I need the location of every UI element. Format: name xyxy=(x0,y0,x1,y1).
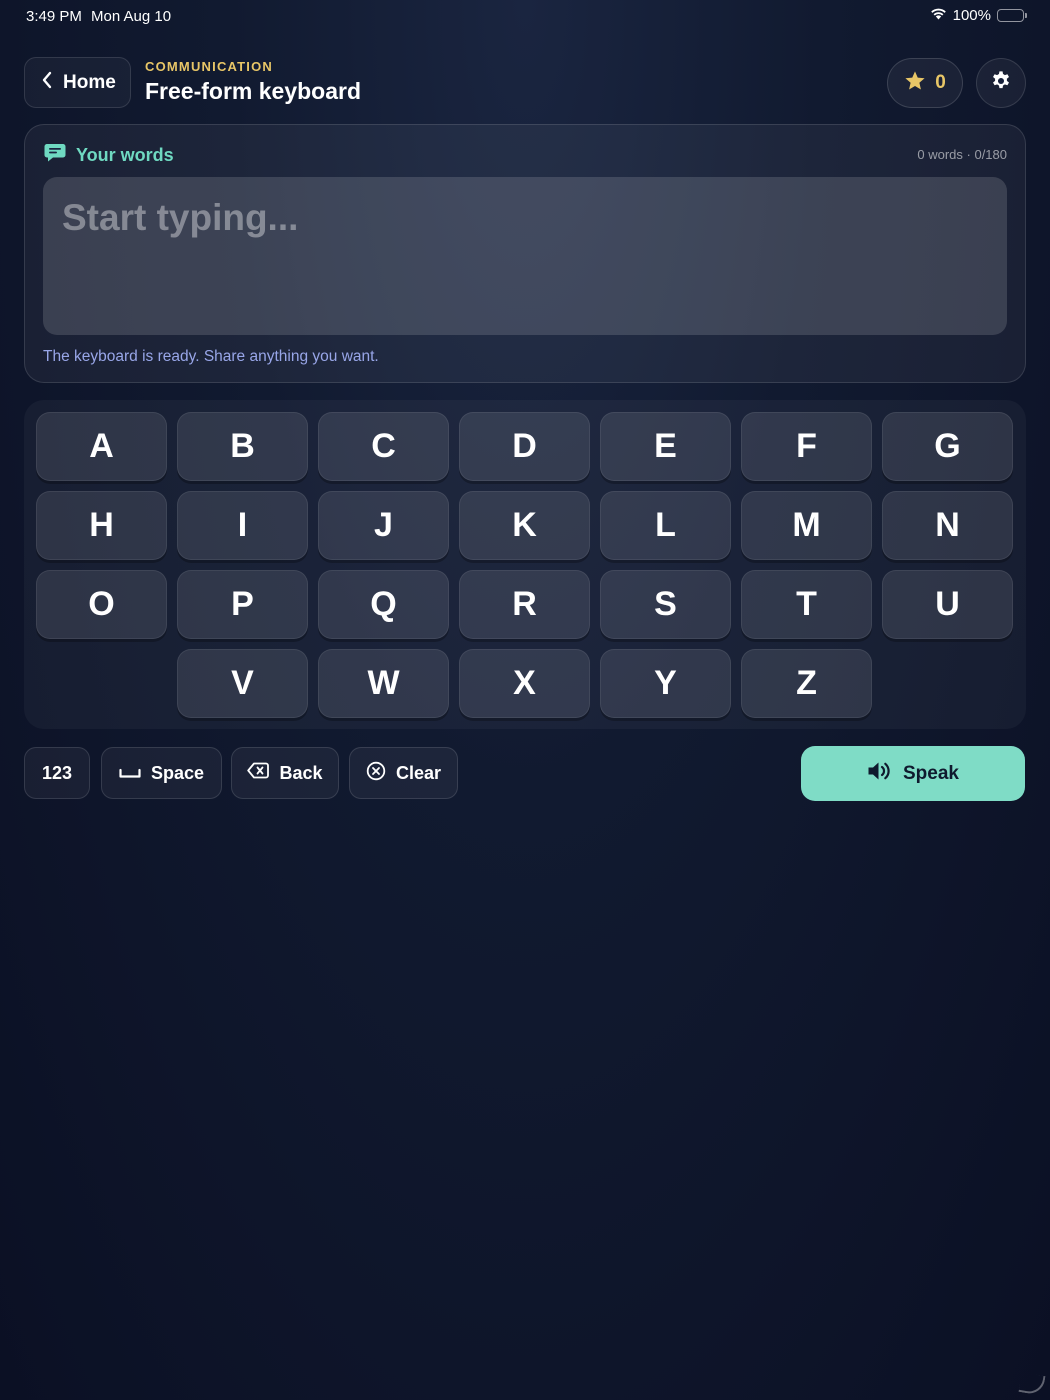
speaker-icon xyxy=(867,761,891,787)
home-button[interactable]: Home xyxy=(24,57,131,108)
key-l[interactable]: L xyxy=(600,491,731,560)
key-g[interactable]: G xyxy=(882,412,1013,481)
key-o[interactable]: O xyxy=(36,570,167,639)
header: Home COMMUNICATION Free-form keyboard 0 xyxy=(24,57,1026,109)
status-indicators: 100% xyxy=(930,7,1027,24)
section-eyebrow: COMMUNICATION xyxy=(145,59,274,74)
status-bar: 3:49 PM Mon Aug 10 100% xyxy=(0,0,1050,34)
letter-keyboard: A B C D E F G H I J K L M N O P Q R S T … xyxy=(24,400,1026,729)
space-button-label: Space xyxy=(150,762,205,783)
speak-button[interactable]: Speak xyxy=(801,746,1025,801)
message-placeholder: Start typing... xyxy=(62,197,299,238)
key-a[interactable]: A xyxy=(36,412,167,481)
clear-circle-icon xyxy=(366,761,386,786)
space-bar-icon xyxy=(119,763,141,784)
page-title: Free-form keyboard xyxy=(145,78,362,104)
key-d[interactable]: D xyxy=(459,412,590,481)
key-y[interactable]: Y xyxy=(600,649,731,718)
key-i[interactable]: I xyxy=(177,491,308,560)
numbers-button-label: 123 xyxy=(41,762,73,783)
stars-count: 0 xyxy=(935,72,946,93)
key-p[interactable]: P xyxy=(177,570,308,639)
key-t[interactable]: T xyxy=(741,570,872,639)
star-icon xyxy=(904,70,926,97)
chevron-left-icon xyxy=(41,71,53,95)
wifi-icon xyxy=(930,7,947,24)
speak-button-label: Speak xyxy=(903,762,959,784)
numbers-button[interactable]: 123 xyxy=(24,747,90,799)
title-block: COMMUNICATION Free-form keyboard xyxy=(145,59,361,105)
key-w[interactable]: W xyxy=(318,649,449,718)
key-m[interactable]: M xyxy=(741,491,872,560)
key-j[interactable]: J xyxy=(318,491,449,560)
chat-bubble-icon xyxy=(44,143,66,168)
battery-percent: 100% xyxy=(952,7,991,24)
battery-icon xyxy=(997,9,1027,22)
space-button[interactable]: Space xyxy=(101,747,222,799)
backspace-icon xyxy=(247,762,270,784)
message-text-area[interactable]: Start typing... xyxy=(43,177,1007,335)
backspace-button-label: Back xyxy=(279,762,323,783)
status-time: 3:49 PM xyxy=(26,8,82,25)
key-u[interactable]: U xyxy=(882,570,1013,639)
key-s[interactable]: S xyxy=(600,570,731,639)
word-count: 0 words · 0/180 xyxy=(917,147,1007,162)
key-x[interactable]: X xyxy=(459,649,590,718)
key-e[interactable]: E xyxy=(600,412,731,481)
key-f[interactable]: F xyxy=(741,412,872,481)
action-bar: 123 Space Back Clear Speak xyxy=(24,746,1026,801)
words-card: Your words 0 words · 0/180 Start typing.… xyxy=(24,124,1026,383)
key-c[interactable]: C xyxy=(318,412,449,481)
stars-button[interactable]: 0 xyxy=(887,58,963,108)
words-card-header: Your words xyxy=(44,143,174,168)
home-indicator xyxy=(1018,1372,1046,1396)
clear-button-label: Clear xyxy=(395,762,442,783)
home-button-label: Home xyxy=(63,71,116,93)
key-h[interactable]: H xyxy=(36,491,167,560)
gear-icon xyxy=(990,70,1012,97)
key-r[interactable]: R xyxy=(459,570,590,639)
key-z[interactable]: Z xyxy=(741,649,872,718)
key-b[interactable]: B xyxy=(177,412,308,481)
key-k[interactable]: K xyxy=(459,491,590,560)
settings-button[interactable] xyxy=(976,58,1026,108)
status-hint: The keyboard is ready. Share anything yo… xyxy=(43,348,379,365)
key-v[interactable]: V xyxy=(177,649,308,718)
backspace-button[interactable]: Back xyxy=(231,747,339,799)
words-card-title: Your words xyxy=(76,145,174,165)
key-n[interactable]: N xyxy=(882,491,1013,560)
clear-button[interactable]: Clear xyxy=(349,747,458,799)
key-q[interactable]: Q xyxy=(318,570,449,639)
status-date: Mon Aug 10 xyxy=(91,8,172,25)
